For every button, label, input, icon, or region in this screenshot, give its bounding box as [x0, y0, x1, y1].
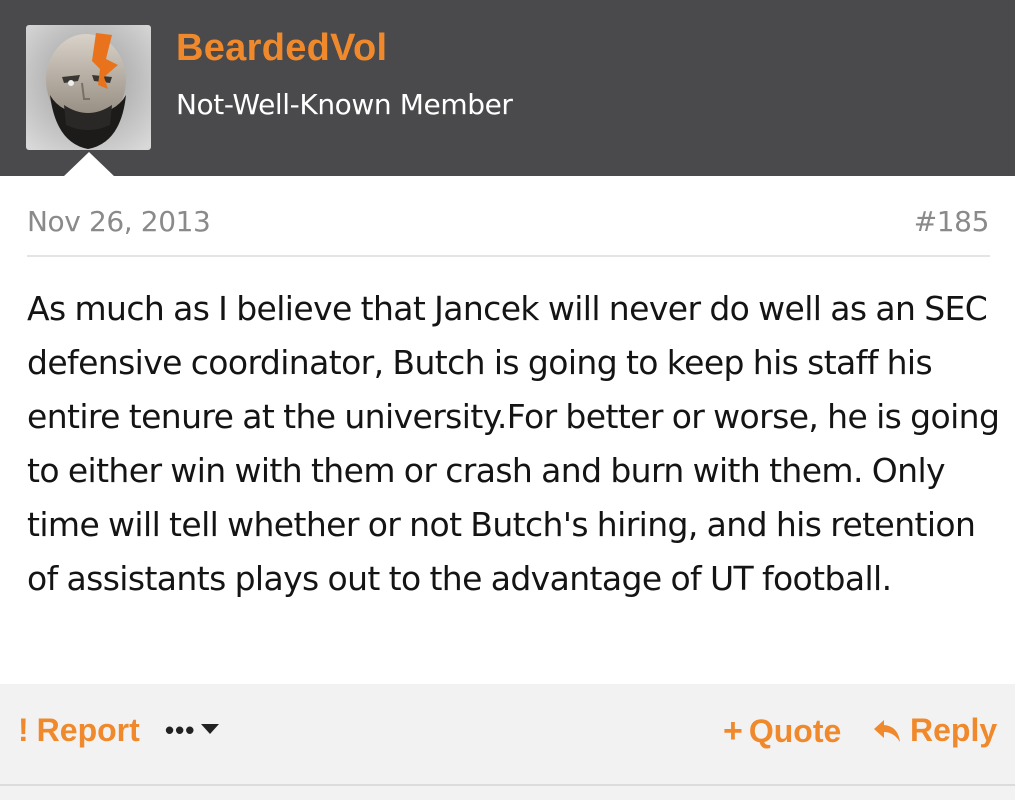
- quote-button[interactable]: + Quote: [723, 712, 841, 751]
- quote-label: Quote: [748, 713, 842, 749]
- user-title: Not-Well-Known Member: [176, 88, 513, 121]
- avatar-image: [26, 25, 151, 150]
- report-button[interactable]: ! Report: [18, 712, 140, 749]
- reply-icon: [874, 719, 900, 742]
- ellipsis-icon: •••: [165, 715, 196, 745]
- reply-button[interactable]: Reply: [872, 712, 997, 749]
- post-footer: [0, 684, 1015, 784]
- post-number[interactable]: #185: [914, 205, 990, 238]
- reply-label: Reply: [910, 712, 998, 748]
- post-body-text: As much as I believe that Jancek will ne…: [27, 289, 1000, 598]
- plus-icon: +: [723, 712, 743, 750]
- footer-bottom: [0, 786, 1015, 800]
- warning-icon: !: [18, 712, 29, 748]
- more-actions-button[interactable]: •••: [165, 715, 220, 746]
- username-link[interactable]: BeardedVol: [176, 27, 387, 70]
- post-date[interactable]: Nov 26, 2013: [27, 205, 211, 238]
- report-label: Report: [36, 712, 140, 748]
- forum-post: BeardedVol Not-Well-Known Member Nov 26,…: [0, 0, 1015, 800]
- avatar[interactable]: [26, 25, 151, 150]
- chevron-down-icon: [201, 723, 220, 734]
- divider: [27, 255, 990, 257]
- header-pointer: [63, 152, 115, 177]
- post-header: BeardedVol Not-Well-Known Member: [0, 0, 1015, 177]
